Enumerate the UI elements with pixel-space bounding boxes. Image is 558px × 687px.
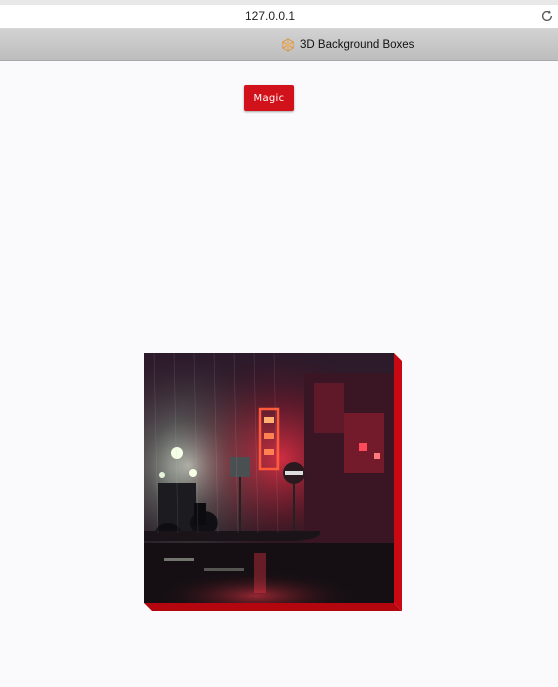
page-content: Magic (0, 61, 558, 687)
background-boxes[interactable] (144, 353, 402, 611)
browser-address-bar: 127.0.0.1 (0, 0, 558, 29)
cube-favicon-icon (282, 37, 294, 52)
box-side-right (394, 353, 402, 611)
box-side-bottom (144, 603, 402, 611)
photo-svg (144, 353, 394, 603)
magic-button[interactable]: Magic (244, 85, 294, 111)
reload-icon[interactable] (540, 9, 554, 23)
tab-title: 3D Background Boxes (300, 38, 415, 51)
url-text[interactable]: 127.0.0.1 (0, 9, 540, 23)
active-tab[interactable]: 3D Background Boxes (281, 29, 414, 60)
tab-bar: 3D Background Boxes (0, 29, 558, 61)
night-street-photo (144, 353, 394, 603)
